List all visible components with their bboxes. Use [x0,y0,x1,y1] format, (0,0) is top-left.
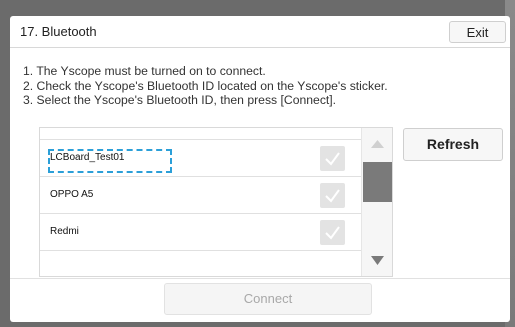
instructions: 1. The Yscope must be turned on to conne… [23,64,388,108]
dialog-title: 17. Bluetooth [20,24,97,39]
exit-button[interactable]: Exit [449,21,506,43]
scroll-thumb[interactable] [363,162,392,202]
device-item-label: LCBoard_Test01 [50,152,125,163]
dialog-titlebar: 17. Bluetooth Exit [10,16,510,48]
check-icon[interactable] [320,220,345,245]
instruction-line-2: 2. Check the Yscope's Bluetooth ID locat… [23,78,388,93]
bluetooth-dialog: 17. Bluetooth Exit 1. The Yscope must be… [10,16,510,322]
check-icon[interactable] [320,183,345,208]
list-header-spacer [40,128,361,140]
device-item-lcboard[interactable]: LCBoard_Test01 [40,140,361,177]
device-item-oppo[interactable]: OPPO A5 [40,177,361,214]
device-item-label: Redmi [50,226,79,237]
scroll-down-icon[interactable] [362,248,393,274]
scrollbar[interactable] [361,128,392,276]
instruction-line-3: 3. Select the Yscope's Bluetooth ID, the… [23,93,337,107]
footer-divider [10,278,510,279]
instruction-line-1: 1. The Yscope must be turned on to conne… [23,64,266,78]
device-list: LCBoard_Test01 OPPO A5 Redmi [39,127,393,277]
device-item-redmi[interactable]: Redmi [40,214,361,251]
scroll-up-icon[interactable] [362,130,393,156]
connect-button[interactable]: Connect [164,283,372,315]
device-item-label: OPPO A5 [50,189,94,200]
refresh-button[interactable]: Refresh [403,128,503,161]
check-icon[interactable] [320,146,345,171]
